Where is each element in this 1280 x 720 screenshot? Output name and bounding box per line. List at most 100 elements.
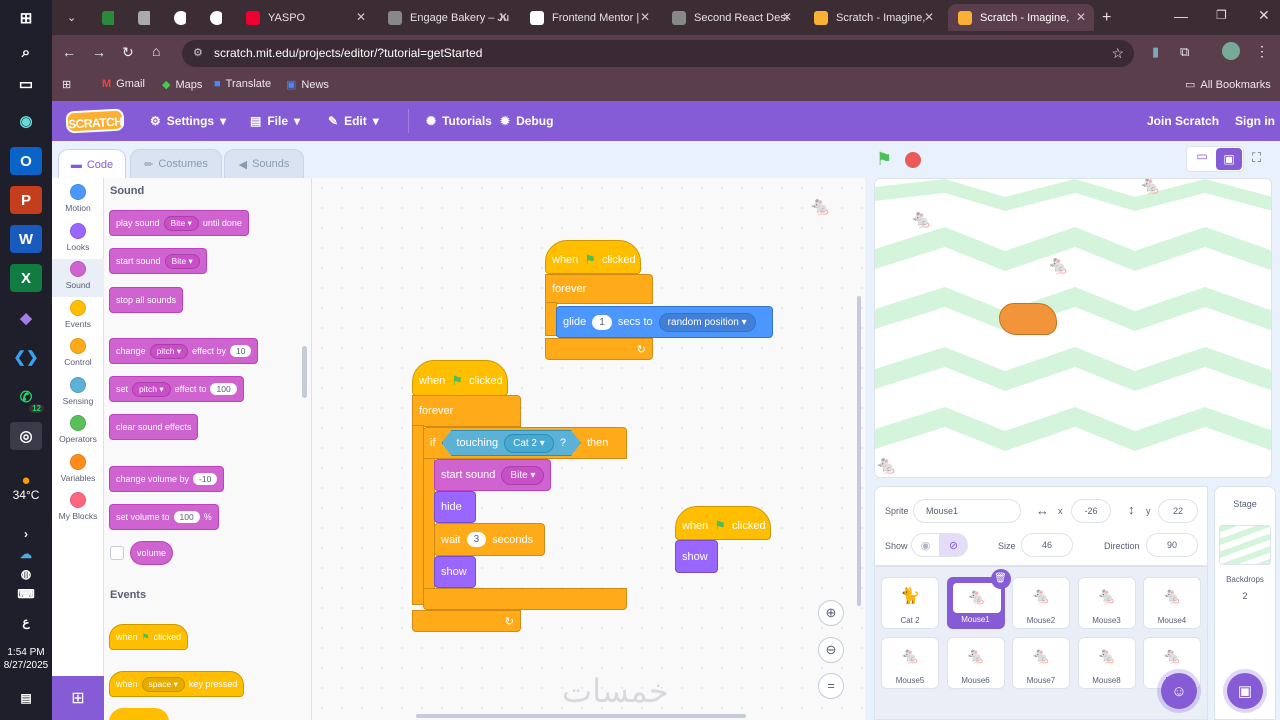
sprite-tile[interactable]: 🐁 Mouse1 🗑 — [946, 569, 1011, 629]
bookmark-gmail[interactable]: M Gmail — [102, 78, 145, 90]
join-scratch-link[interactable]: Join Scratch — [1147, 101, 1219, 141]
sprite-name-input[interactable]: Mouse1 — [913, 499, 1021, 523]
sprite-tile[interactable]: 🐁 Mouse8 — [1077, 637, 1136, 689]
mouse-sprite[interactable]: 🐁 — [875, 455, 897, 476]
small-stage-button[interactable]: ▭ — [1190, 149, 1214, 169]
powerpoint-icon[interactable]: P — [10, 186, 42, 214]
workspace-vertical-scrollbar[interactable] — [857, 296, 861, 606]
mouse-sprite[interactable]: 🐁 — [910, 209, 932, 230]
sprite-tile[interactable]: 🐁 Mouse5 — [881, 637, 939, 689]
volume-reporter[interactable]: volume — [130, 541, 174, 565]
glide-target-dropdown[interactable]: random position ▾ — [658, 312, 756, 332]
start-sound-block[interactable]: start sound Bite ▾ — [109, 248, 207, 274]
change-effect-block[interactable]: change pitch ▾ effect by 10 — [109, 338, 259, 364]
category-operators[interactable]: Operators — [52, 413, 104, 451]
show-block[interactable]: show — [434, 556, 476, 588]
x-input[interactable]: -26 — [1071, 499, 1111, 523]
sound-dropdown[interactable]: Bite ▾ — [163, 215, 199, 231]
browser-tab[interactable]: Scratch - Imagine, ✕ — [948, 4, 1094, 31]
bookmark-translate[interactable]: ■ Translate — [214, 78, 271, 90]
bookmark-news[interactable]: ▣ News — [286, 78, 329, 92]
language-indicator[interactable]: ع — [10, 608, 42, 636]
category-sensing[interactable]: Sensing — [52, 375, 104, 413]
sprite-tile[interactable]: 🐁 Mouse6 — [946, 637, 1005, 689]
close-tab-icon[interactable]: ✕ — [924, 10, 934, 24]
browser-tab[interactable]: Scratch - Imagine, ✕ — [804, 4, 942, 31]
play-sound-until-done-block[interactable]: play sound Bite ▾ until done — [109, 210, 249, 236]
number-input[interactable]: 10 — [230, 345, 252, 357]
tutorials-button[interactable]: ✺ Tutorials — [426, 101, 492, 141]
code-workspace[interactable]: 🐁 when ⚑ clicked forever glide 1 secs to rand… — [312, 178, 865, 720]
close-tab-icon[interactable]: ✕ — [640, 10, 650, 24]
sound-dropdown[interactable]: Bite ▾ — [164, 253, 200, 269]
number-input[interactable]: 100 — [173, 511, 200, 523]
glide-block[interactable]: glide 1 secs to random position ▾ — [556, 306, 773, 338]
close-tab-icon[interactable]: ✕ — [1076, 10, 1086, 24]
choose-sprite-button[interactable]: ☺ — [1161, 673, 1197, 709]
category-looks[interactable]: Looks — [52, 221, 104, 259]
reload-icon[interactable]: ↻ — [122, 44, 134, 61]
forever-block[interactable]: forever — [412, 395, 521, 427]
forever-block[interactable]: forever — [545, 274, 653, 304]
apps-icon[interactable]: ⊞ — [62, 78, 71, 91]
key-dropdown[interactable]: space ▾ — [141, 676, 185, 692]
address-bar[interactable]: ⚙ scratch.mit.edu/projects/editor/?tutor… — [182, 40, 1134, 67]
sprite-tile[interactable]: 🐁 Mouse3 — [1077, 577, 1136, 629]
sign-in-link[interactable]: Sign in — [1235, 101, 1275, 141]
bookmark-star-icon[interactable]: ☆ — [1111, 40, 1124, 67]
category-variables[interactable]: Variables — [52, 452, 104, 490]
set-volume-block[interactable]: set volume to 100% — [109, 504, 219, 530]
stop-button[interactable] — [905, 152, 921, 168]
whatsapp-icon[interactable]: ✆ 12 — [10, 383, 44, 413]
tab-code[interactable]: ▬ Code — [58, 149, 126, 179]
maximize-button[interactable]: ❐ — [1216, 8, 1227, 22]
minimize-button[interactable]: — — [1174, 8, 1188, 24]
sprite-tile[interactable]: 🐁 Mouse7 — [1012, 637, 1070, 689]
search-icon[interactable]: ⌕ — [10, 38, 42, 66]
touching-block[interactable]: touching Cat 2 ▾? — [442, 430, 581, 456]
new-tab-button[interactable]: + — [1096, 4, 1120, 31]
show-visible-button[interactable]: ◉ — [911, 533, 940, 557]
workspace-horizontal-scrollbar[interactable] — [416, 714, 746, 718]
copilot-icon[interactable]: ◉ — [10, 107, 42, 135]
delete-sprite-button[interactable]: 🗑 — [990, 569, 1011, 589]
category-my-blocks[interactable]: My Blocks — [52, 490, 104, 528]
zoom-reset-button[interactable]: = — [818, 673, 844, 699]
sprite-tile[interactable]: 🐁 Mouse4 — [1143, 577, 1201, 629]
extension-icon[interactable]: ▮ — [1152, 44, 1159, 60]
category-events[interactable]: Events — [52, 298, 104, 336]
number-input[interactable]: -10 — [193, 473, 218, 485]
fullscreen-button[interactable]: ⛶ — [1252, 150, 1261, 166]
sprite-tile[interactable]: 🐁 Mouse2 — [1012, 577, 1070, 629]
home-icon[interactable]: ⌂ — [152, 43, 160, 59]
effect-dropdown[interactable]: pitch ▾ — [149, 343, 189, 359]
visual-studio-icon[interactable]: ◆ — [10, 304, 42, 332]
stage-canvas[interactable]: 🐁 🐁 🐁 🐁 — [874, 178, 1272, 478]
excel-icon[interactable]: X — [10, 264, 42, 292]
when-flag-clicked-block[interactable]: when ⚑ clicked — [109, 624, 189, 650]
add-extension-button[interactable]: ⊞ — [52, 676, 104, 720]
show-block[interactable]: show — [675, 540, 718, 573]
touching-target-dropdown[interactable]: Cat 2 ▾ — [504, 434, 554, 453]
github-tab-1[interactable] — [164, 4, 186, 31]
windows-start-icon[interactable]: ⊞ — [10, 4, 42, 32]
browser-tab[interactable]: Engage Bakery – Ju ✕ — [378, 4, 516, 31]
tab-costumes[interactable]: ✏ Costumes — [130, 149, 222, 179]
vscode-icon[interactable]: ❮❯ — [10, 343, 42, 371]
profile-avatar[interactable] — [1222, 42, 1240, 60]
tab-search-button[interactable]: ⌄ — [58, 4, 86, 31]
effect-dropdown[interactable]: pitch ▾ — [132, 381, 171, 397]
when-flag-clicked-hat[interactable]: when ⚑ clicked — [675, 506, 771, 540]
category-motion[interactable]: Motion — [52, 182, 104, 220]
hide-block[interactable]: hide — [434, 491, 476, 523]
pinned-tab[interactable] — [128, 4, 150, 31]
drive-tab[interactable] — [92, 4, 114, 31]
large-stage-button[interactable]: ▣ — [1216, 148, 1242, 170]
zoom-out-button[interactable]: ⊖ — [818, 637, 844, 663]
zoom-in-button[interactable]: ⊕ — [818, 600, 844, 626]
clock[interactable]: 1:54 PM 8/27/2025 — [0, 646, 52, 672]
keyboard-icon[interactable]: ⌨ — [10, 580, 42, 608]
palette-scrollbar[interactable] — [302, 346, 307, 398]
partial-event-block[interactable] — [109, 708, 169, 720]
word-icon[interactable]: W — [10, 225, 42, 253]
